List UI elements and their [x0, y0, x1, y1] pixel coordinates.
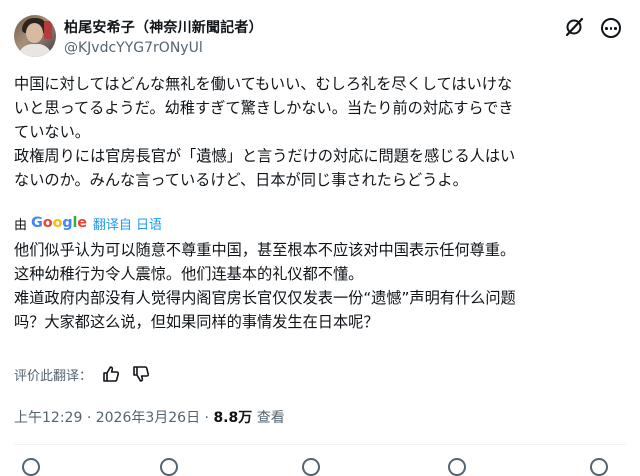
avatar-face: [26, 23, 43, 43]
meta-separator: ·: [204, 410, 209, 426]
meta-separator: ·: [86, 410, 92, 426]
translated-line: 吗？大家都这么说，但如果同样的事情发生在日本呢？: [14, 313, 379, 331]
post-line: ないのか。みんな言っているけど、日本が同じ事されたらどうよ。: [14, 171, 468, 189]
avatar-accent: [44, 21, 52, 39]
post-meta: 上午12:29 · 2026年3月26日 · 8.8万 查看: [14, 407, 285, 427]
share-icon[interactable]: [590, 458, 608, 476]
like-icon[interactable]: [302, 458, 320, 476]
author-display-name[interactable]: 柏尾安希子（神奈川新聞記者）: [64, 17, 263, 37]
post-line: 中国に対してはどんな無礼を働いてもいい、むしろ礼を尽くしてはいけな: [14, 75, 513, 93]
views-label: 查看: [256, 410, 285, 426]
more-dot: [605, 27, 608, 30]
grok-icon[interactable]: [564, 17, 584, 37]
thumbs-down-icon[interactable]: [132, 365, 150, 383]
post-line: 政権周りには官房長官が「遺憾」と言うだけの対応に問題を感じる人はい: [14, 147, 516, 165]
more-dot: [614, 27, 617, 30]
reply-icon[interactable]: [22, 458, 40, 476]
post-time[interactable]: 上午12:29: [14, 410, 82, 426]
post-date[interactable]: 2026年3月26日: [96, 410, 200, 426]
rate-translation-label: 评价此翻译：: [14, 368, 93, 384]
author-handle[interactable]: @KJvdcYYG7rONyUl: [64, 40, 203, 56]
translation-header: 由 Google 翻译自 日语: [14, 213, 162, 233]
rate-translation-row: 评价此翻译：: [14, 364, 162, 384]
translated-text: 他们似乎认为可以随意不尊重中国，甚至根本不应该对中国表示任何尊重。 这种幼稚行为…: [14, 238, 626, 334]
translated-line: 这种幼稚行为令人震惊。他们连基本的礼仪都不懂。: [14, 265, 364, 283]
translation-by-label: 由: [14, 217, 28, 233]
translated-line: 他们似乎认为可以随意不尊重中国，甚至根本不应该对中国表示任何尊重。: [14, 241, 516, 259]
action-bar: [0, 456, 640, 476]
avatar[interactable]: [14, 15, 56, 57]
more-options-icon[interactable]: [601, 18, 621, 38]
repost-icon[interactable]: [160, 458, 178, 476]
post-line: いと思ってるようだ。幼稚すぎて驚きしかない。当たり前の対応すらでき: [14, 99, 514, 117]
post-line: ていない。: [14, 123, 90, 141]
google-logo: Google: [31, 215, 87, 231]
avatar-shirt: [18, 44, 52, 57]
bookmark-icon[interactable]: [448, 458, 466, 476]
translated-line: 难道政府内部没有人觉得内阁官房长官仅仅发表一份“遗憾”声明有什么问题: [14, 289, 516, 307]
more-dot: [609, 27, 613, 30]
post-text: 中国に対してはどんな無礼を働いてもいい、むしろ礼を尽くしてはいけな いと思ってる…: [14, 72, 626, 192]
thumbs-up-icon[interactable]: [102, 365, 120, 383]
divider: [14, 444, 626, 445]
views-count: 8.8万: [213, 410, 253, 426]
translated-from-link[interactable]: 翻译自 日语: [93, 214, 162, 233]
